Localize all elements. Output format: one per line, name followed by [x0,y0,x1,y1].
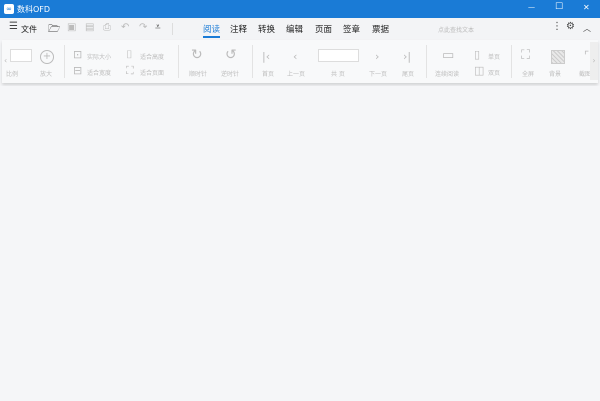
open-folder-icon[interactable]: 🗁 [48,22,60,39]
page-number-input[interactable] [318,49,359,62]
zoom-in-icon[interactable]: + [40,50,54,64]
scroll-left-icon[interactable]: ‹ [4,56,7,65]
divider [252,45,253,78]
last-page-button[interactable]: 尾页 [402,69,414,78]
file-menu[interactable]: 文件 [21,24,37,35]
tab-edit[interactable]: 编辑 [286,23,303,35]
maximize-button[interactable]: ☐ [555,2,563,12]
zoom-label: 比例 [6,71,18,78]
save-as-icon[interactable]: ▤ [85,22,94,33]
search-input[interactable]: 点此查找文本 [438,25,474,34]
rotate-ccw-button[interactable]: 逆时针 [221,69,239,78]
page-total: 共 页 [331,71,345,78]
last-page-icon[interactable]: ›| [403,51,411,62]
ribbon-toolbar: ‹ 比例 + 放大 ⊡ 实际大小 ⊟ 适合宽度 ⌷ 适合高度 ⛶ 适合页面 ↻ … [2,40,598,83]
document-area [0,86,600,401]
single-page-button[interactable]: 单页 [488,52,500,61]
tab-annotate[interactable]: 注释 [230,23,247,35]
tab-page[interactable]: 页面 [315,23,332,35]
background-icon[interactable] [551,50,565,64]
next-page-icon[interactable]: › [375,51,379,62]
tab-invoice[interactable]: 票据 [372,23,389,35]
actual-size-button[interactable]: 实际大小 [87,52,111,61]
close-button[interactable]: ✕ [583,3,590,12]
divider [426,45,427,78]
continuous-read-button[interactable]: 连续阅读 [435,69,459,78]
menu-bar: ☰ 文件 🗁 ▣ ▤ ⎙ ↶ ↷ ⩡ 阅读 注释 转换 编辑 页面 签章 票据 … [0,18,600,40]
fit-page-button[interactable]: 适合页面 [140,68,164,77]
app-title: 数科OFD [17,5,51,14]
fit-page-icon[interactable]: ⛶ [126,65,134,76]
actual-size-icon[interactable]: ⊡ [73,49,82,60]
screenshot-icon[interactable]: ⌜ [584,50,589,61]
redo-icon[interactable]: ↷ [139,22,147,33]
rotate-cw-button[interactable]: 顺时针 [189,69,207,78]
fullscreen-button[interactable]: 全屏 [522,69,534,78]
screenshot-button[interactable]: 截图 [579,69,590,78]
settings-icon[interactable]: ⚙ [566,21,575,32]
divider [511,45,512,78]
save-icon[interactable]: ▣ [67,22,76,33]
prev-page-button[interactable]: 上一页 [287,69,305,78]
fit-height-icon[interactable]: ⌷ [126,49,133,60]
more-icon[interactable]: ⋮ [552,21,562,32]
zoom-in-label[interactable]: 放大 [40,69,52,78]
prev-page-icon[interactable]: ‹ [293,51,297,62]
first-page-icon[interactable]: |‹ [262,51,270,62]
background-button[interactable]: 背景 [549,69,561,78]
quick-access-dropdown-icon[interactable]: ⩡ [155,22,161,33]
collapse-ribbon-icon[interactable]: ︿ [583,23,591,34]
print-icon[interactable]: ⎙ [103,22,111,33]
tab-convert[interactable]: 转换 [258,23,275,35]
rotate-ccw-icon[interactable]: ↺ [225,48,237,62]
fullscreen-icon[interactable]: ⛶ [521,49,530,62]
double-page-button[interactable]: 双页 [488,68,500,77]
double-page-icon[interactable]: ◫ [474,65,484,76]
next-page-button[interactable]: 下一页 [369,69,387,78]
tab-sign[interactable]: 签章 [343,23,360,35]
fit-height-button[interactable]: 适合高度 [140,52,164,61]
single-page-icon[interactable]: ▯ [474,49,480,60]
zoom-select[interactable] [10,49,32,62]
scroll-right-button[interactable]: › [590,42,598,80]
app-logo-icon: ∞ [4,4,14,14]
hamburger-icon[interactable]: ☰ [9,21,18,32]
fit-width-button[interactable]: 适合宽度 [87,68,111,77]
minimize-button[interactable]: — [528,3,535,11]
divider [64,45,65,78]
first-page-button[interactable]: 首页 [262,69,274,78]
divider [172,23,173,35]
continuous-read-icon[interactable]: ▭ [442,49,454,62]
rotate-cw-icon[interactable]: ↻ [191,48,203,62]
title-bar: ∞ 数科OFD — ☐ ✕ [0,0,600,18]
fit-width-icon[interactable]: ⊟ [73,65,82,76]
tab-read[interactable]: 阅读 [203,23,221,38]
undo-icon[interactable]: ↶ [121,22,129,33]
divider [178,45,179,78]
